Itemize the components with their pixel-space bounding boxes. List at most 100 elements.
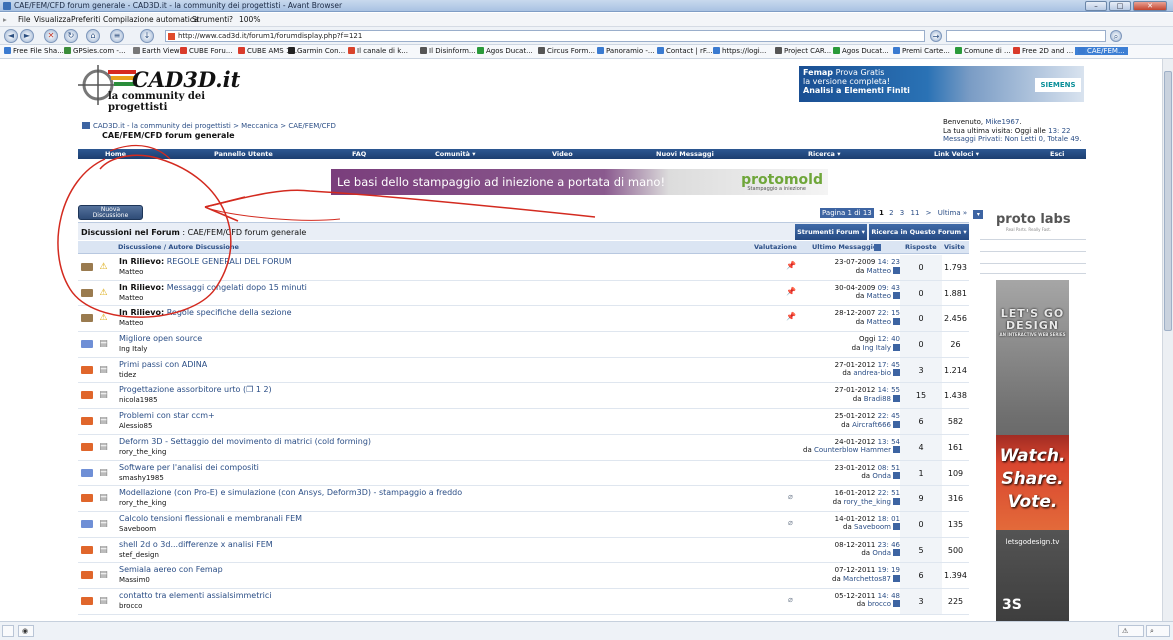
- menu-tools[interactable]: Strumenti: [192, 15, 229, 24]
- download-icon[interactable]: ↓: [140, 29, 154, 43]
- thread-title-text[interactable]: Problemi con star ccm+: [119, 411, 215, 420]
- favorite-link[interactable]: Earth View: [133, 47, 180, 55]
- scrollbar-thumb[interactable]: [1164, 71, 1172, 331]
- favorite-link[interactable]: Garmin Con...: [288, 47, 345, 55]
- thread-title-text[interactable]: Primi passi con ADINA: [119, 360, 207, 369]
- thread-title-text[interactable]: Regole specifiche della sezione: [167, 308, 292, 317]
- thread-title[interactable]: shell 2d o 3d...differenze x analisi FEM: [119, 540, 273, 549]
- refresh-icon[interactable]: ↻: [64, 29, 78, 43]
- last-post-author[interactable]: Matteo: [867, 292, 891, 300]
- history-icon[interactable]: ≡: [110, 29, 124, 43]
- col-replies[interactable]: Risposte: [905, 241, 937, 254]
- protolabs-logo[interactable]: proto labs Real Parts. Really Fast.: [996, 212, 1071, 232]
- go-to-last-post-icon[interactable]: [893, 266, 900, 274]
- nav-faq[interactable]: FAQ: [352, 149, 366, 159]
- thread-replies[interactable]: 9: [900, 494, 942, 512]
- favorite-link[interactable]: Free File Sha...: [4, 47, 64, 55]
- forward-icon[interactable]: ►: [20, 29, 34, 43]
- thread-title-text[interactable]: Progettazione assorbitore urto (❐ 1 2): [119, 385, 272, 394]
- stop-icon[interactable]: ✕: [44, 29, 58, 43]
- thread-row[interactable]: ▤ Modellazione (con Pro-E) e simulazione …: [78, 486, 969, 512]
- last-post-author[interactable]: Onda: [872, 549, 891, 557]
- thread-row[interactable]: ▤ Migliore open source Ing Italy Oggi 12: 4…: [78, 332, 969, 358]
- thread-replies[interactable]: 1: [900, 469, 942, 487]
- nav-logout[interactable]: Esci: [1050, 149, 1064, 159]
- last-post-author[interactable]: Marchettos87: [843, 575, 891, 583]
- last-post-author[interactable]: Counterblow Hammer: [814, 446, 891, 454]
- thread-author[interactable]: rory_the_king: [119, 499, 166, 507]
- nav-video[interactable]: Video: [552, 149, 573, 159]
- thread-replies[interactable]: 15: [900, 391, 942, 409]
- thread-title-text[interactable]: Calcolo tensioni flessionali e membranal…: [119, 514, 302, 523]
- thread-replies[interactable]: 6: [900, 417, 942, 435]
- thread-author[interactable]: stef_design: [119, 551, 159, 559]
- favorite-link[interactable]: Il canale di k...: [348, 47, 408, 55]
- last-post-author[interactable]: Aircraft666: [852, 421, 891, 429]
- go-to-last-post-icon[interactable]: [893, 369, 900, 377]
- thread-replies[interactable]: 0: [900, 314, 942, 332]
- thread-title[interactable]: Calcolo tensioni flessionali e membranal…: [119, 514, 302, 523]
- thread-row[interactable]: ▤ contatto tra elementi assialsimmetrici b…: [78, 588, 969, 615]
- search-input[interactable]: [946, 30, 1106, 42]
- go-icon[interactable]: →: [930, 30, 942, 42]
- status-zoom-icon[interactable]: ⌕: [1146, 625, 1170, 637]
- new-discussion-button[interactable]: Nuova Discussione: [78, 205, 143, 220]
- thread-title[interactable]: contatto tra elementi assialsimmetrici: [119, 591, 272, 600]
- search-go-icon[interactable]: ⌕: [1110, 30, 1122, 42]
- thread-title[interactable]: Primi passi con ADINA: [119, 360, 207, 369]
- favorite-link[interactable]: Contact | rF...: [657, 47, 713, 55]
- maximize-icon[interactable]: □: [1109, 1, 1131, 11]
- thread-title-text[interactable]: shell 2d o 3d...differenze x analisi FEM: [119, 540, 273, 549]
- thread-title[interactable]: In Rilievo: Messaggi congelati dopo 15 m…: [119, 283, 307, 292]
- nav-home[interactable]: Home: [105, 149, 126, 159]
- thread-author[interactable]: smashy1985: [119, 474, 164, 482]
- thread-author[interactable]: Massim0: [119, 576, 150, 584]
- thread-row[interactable]: ⚠ In Rilievo: Messaggi congelati dopo 15 …: [78, 280, 969, 307]
- thread-title-text[interactable]: Deform 3D - Settaggio del movimento di m…: [119, 437, 371, 446]
- go-to-last-post-icon[interactable]: [893, 600, 900, 608]
- thread-replies[interactable]: 3: [900, 597, 942, 615]
- last-post-author[interactable]: Matteo: [867, 318, 891, 326]
- thread-title-text[interactable]: Modellazione (con Pro-E) e simulazione (…: [119, 488, 462, 497]
- go-to-last-post-icon[interactable]: [893, 292, 900, 300]
- nav-quick-links[interactable]: Link Veloci ▾: [934, 149, 979, 159]
- thread-row[interactable]: ▤ shell 2d o 3d...differenze x analisi FE…: [78, 537, 969, 564]
- thread-title[interactable]: Software per l'analisi dei compositi: [119, 463, 259, 472]
- sort-icon[interactable]: [874, 244, 881, 251]
- thread-author[interactable]: rory_the_king: [119, 448, 166, 456]
- thread-row[interactable]: ▤ Problemi con star ccm+ Alessio85 25-01-20…: [78, 409, 969, 435]
- last-post-author[interactable]: Saveboom: [854, 523, 891, 531]
- thread-title[interactable]: Progettazione assorbitore urto (❐ 1 2): [119, 385, 272, 394]
- last-post-author[interactable]: Matteo: [867, 267, 891, 275]
- minimize-icon[interactable]: –: [1085, 1, 1107, 11]
- nav-new-messages[interactable]: Nuovi Messaggi: [656, 149, 714, 159]
- page-link-11[interactable]: 11: [911, 209, 920, 217]
- favorite-link[interactable]: CUBE Foru...: [180, 47, 233, 55]
- favorite-link[interactable]: Project CAR...: [775, 47, 831, 55]
- thread-title-text[interactable]: Software per l'analisi dei compositi: [119, 463, 259, 472]
- favorite-link[interactable]: Panoramio -...: [597, 47, 655, 55]
- thread-replies[interactable]: 6: [900, 571, 942, 589]
- favorite-link[interactable]: Il Disinform...: [420, 47, 476, 55]
- thread-title[interactable]: Semiala aereo con Femap: [119, 565, 223, 574]
- username-link[interactable]: Mike1967: [985, 118, 1019, 126]
- last-post-author[interactable]: brocco: [868, 600, 891, 608]
- thread-title-text[interactable]: Semiala aereo con Femap: [119, 565, 223, 574]
- page-link-3[interactable]: 3: [900, 209, 904, 217]
- go-to-last-post-icon[interactable]: [893, 317, 900, 325]
- thread-title[interactable]: Modellazione (con Pro-E) e simulazione (…: [119, 488, 462, 497]
- thread-replies[interactable]: 4: [900, 443, 942, 461]
- go-to-last-post-icon[interactable]: [893, 472, 900, 479]
- favorite-link[interactable]: Comune di ...: [955, 47, 1011, 55]
- thread-author[interactable]: Matteo: [119, 294, 143, 302]
- go-to-last-post-icon[interactable]: [893, 394, 900, 402]
- thread-title-text[interactable]: Messaggi congelati dopo 15 minuti: [167, 283, 307, 292]
- thread-title[interactable]: Deform 3D - Settaggio del movimento di m…: [119, 437, 371, 446]
- home-icon[interactable]: ⌂: [86, 29, 100, 43]
- col-title[interactable]: Discussione / Autore Discussione: [118, 241, 239, 254]
- page-last[interactable]: Ultima »: [938, 209, 967, 217]
- thread-author[interactable]: Matteo: [119, 319, 143, 327]
- last-post-author[interactable]: andrea-bio: [853, 369, 891, 377]
- col-views[interactable]: Visite: [944, 241, 965, 254]
- thread-row[interactable]: ▤ Semiala aereo con Femap Massim0 07-12-201…: [78, 563, 969, 589]
